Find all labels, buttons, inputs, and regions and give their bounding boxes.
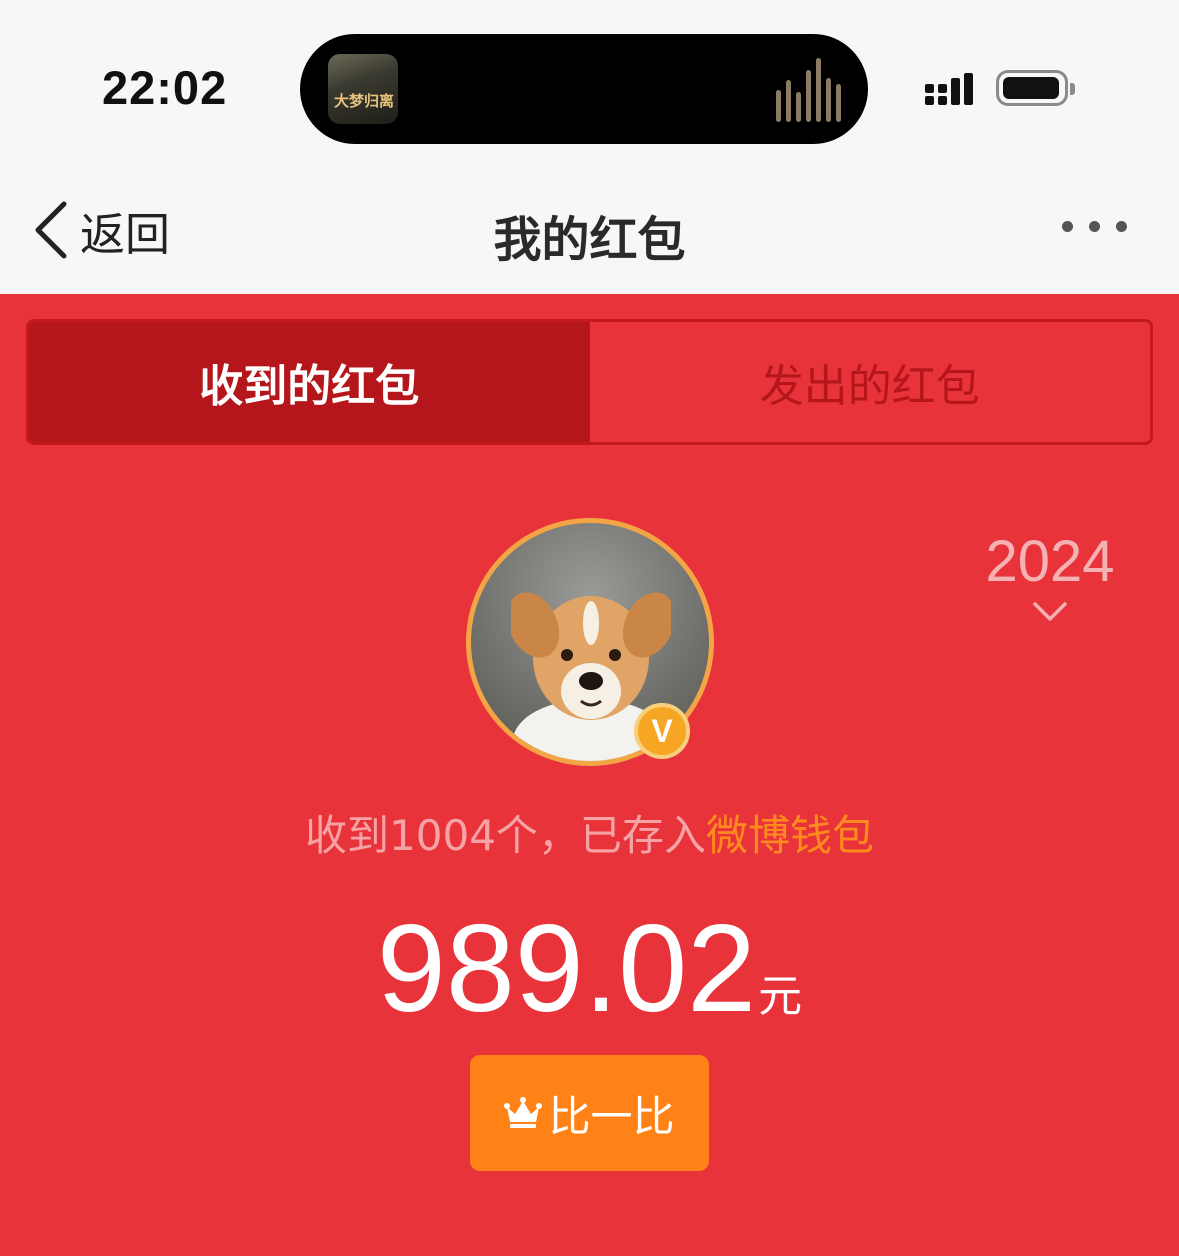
- year-value: 2024: [985, 529, 1115, 594]
- amount-unit: 元: [758, 972, 803, 1021]
- verified-badge-icon: V: [634, 703, 690, 759]
- page-title: 我的红包: [493, 212, 686, 268]
- status-time: 22:02: [102, 61, 228, 114]
- compare-button[interactable]: 比一比: [470, 1055, 709, 1171]
- battery-icon: [996, 70, 1075, 106]
- ellipsis-icon: [1062, 221, 1073, 232]
- received-summary: 收到1004个，已存入微博钱包: [0, 802, 1179, 863]
- tab-sent[interactable]: 发出的红包: [589, 322, 1150, 442]
- tab-received[interactable]: 收到的红包: [29, 322, 590, 442]
- tab-bar: 收到的红包 发出的红包: [26, 319, 1153, 445]
- nav-bar: 返回 我的红包: [0, 160, 1179, 294]
- weibo-wallet-link[interactable]: 微博钱包: [706, 811, 874, 860]
- status-bar: 22:02 大梦归离: [0, 0, 1179, 160]
- total-amount: 989.02元: [0, 898, 1179, 1040]
- year-selector[interactable]: 2024: [960, 528, 1140, 623]
- dynamic-island[interactable]: 大梦归离: [300, 34, 868, 144]
- now-playing-art-title: 大梦归离: [334, 92, 395, 110]
- crown-icon: [504, 1097, 543, 1128]
- chevron-down-icon: [1033, 602, 1067, 621]
- cellular-signal-icon: [925, 71, 981, 107]
- more-options-button[interactable]: [1062, 212, 1148, 242]
- amount-value: 989.02: [376, 900, 757, 1038]
- summary-text: 收到1004个，已存入: [305, 811, 706, 860]
- audio-waveform-icon: [776, 58, 842, 122]
- now-playing-art[interactable]: 大梦归离: [328, 54, 398, 124]
- compare-label: 比一比: [548, 1091, 675, 1141]
